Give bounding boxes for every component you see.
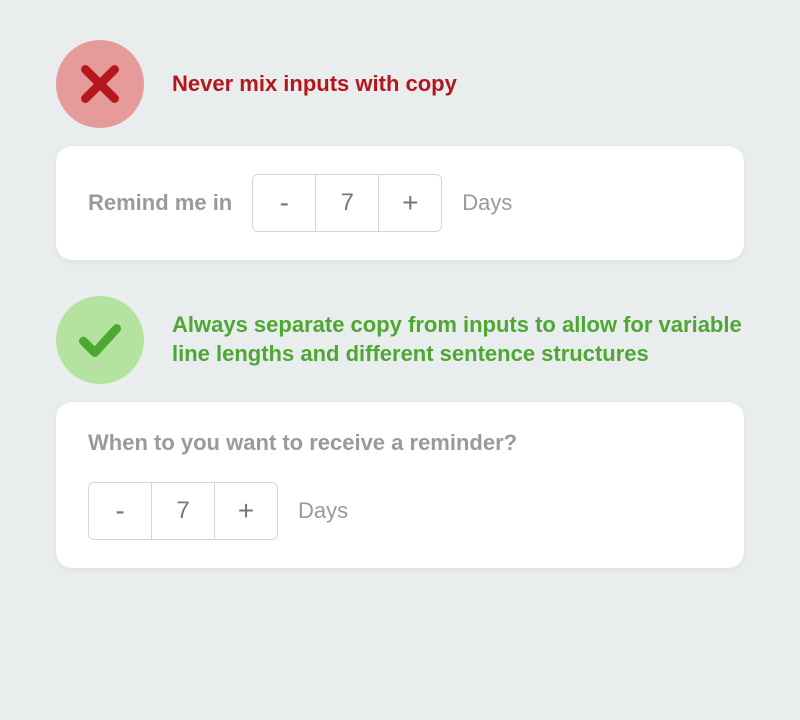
dont-guideline-row: Never mix inputs with copy	[56, 40, 744, 128]
dont-example-card: Remind me in - 7 + Days	[56, 146, 744, 260]
do-prompt-label: When to you want to receive a reminder?	[88, 430, 712, 456]
do-inline-row: - 7 + Days	[88, 482, 712, 540]
increment-button[interactable]: +	[379, 175, 441, 231]
check-icon	[75, 315, 125, 365]
do-heading: Always separate copy from inputs to allo…	[172, 311, 744, 368]
do-unit-label: Days	[298, 498, 348, 524]
cross-icon	[75, 59, 125, 109]
stepper-value[interactable]: 7	[315, 175, 379, 231]
dont-inline-row: Remind me in - 7 + Days	[88, 174, 712, 232]
do-icon-circle	[56, 296, 144, 384]
decrement-button[interactable]: -	[89, 483, 151, 539]
do-guideline-row: Always separate copy from inputs to allo…	[56, 296, 744, 384]
dont-heading: Never mix inputs with copy	[172, 70, 457, 99]
do-example-card: When to you want to receive a reminder? …	[56, 402, 744, 568]
quantity-stepper: - 7 +	[88, 482, 278, 540]
dont-prefix-label: Remind me in	[88, 190, 232, 216]
stepper-value[interactable]: 7	[151, 483, 215, 539]
quantity-stepper: - 7 +	[252, 174, 442, 232]
decrement-button[interactable]: -	[253, 175, 315, 231]
increment-button[interactable]: +	[215, 483, 277, 539]
dont-icon-circle	[56, 40, 144, 128]
dont-unit-label: Days	[462, 190, 512, 216]
